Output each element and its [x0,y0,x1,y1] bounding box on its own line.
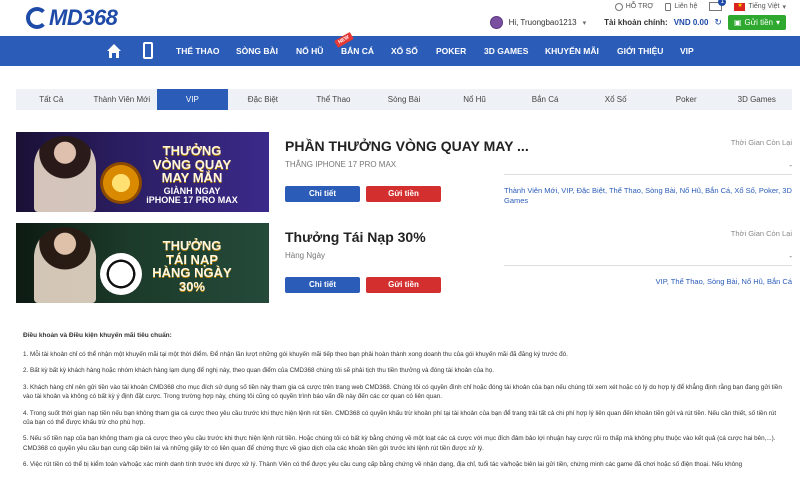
tab-3dgames[interactable]: 3D Games [721,89,792,110]
user-account-row: Hi, Truongbao1213 ▾ Tài khoản chính: VND… [489,15,786,30]
tab-fishing[interactable]: Bắn Cá [510,89,581,110]
chevron-down-icon[interactable]: ▾ [583,19,587,27]
nav-item-promotions[interactable]: KHUYẾN MÃI [545,46,617,56]
term-item: 4. Trong suốt thời gian nạp tiền nếu bạn… [23,409,777,426]
term-item: 6. Việc rút tiền có thể bị kiểm toán và/… [23,461,743,469]
nav-item-poker[interactable]: POKER [436,46,484,56]
promo-title: PHẦN THƯỞNG VÒNG QUAY MAY ... [285,138,529,154]
tab-slots[interactable]: Nổ Hũ [439,89,510,110]
term-item: 5. Nếu số tiền nạp của bạn không tham gi… [23,435,776,452]
home-icon[interactable] [106,43,122,59]
detail-button[interactable]: Chi tiết [285,186,360,202]
tab-new-members[interactable]: Thành Viên Mới [87,89,158,110]
support-icon [614,2,623,11]
banner-line: MAY MẮN [161,170,223,186]
nav-items: THỂ THAO SÒNG BÀI NỔ HŨ NEW BẮN CÁ XỔ SỐ… [176,32,694,66]
language-label: Tiếng Việt [748,3,780,10]
mail-icon: 1 [709,0,727,11]
tab-sports[interactable]: Thể Thao [298,89,369,110]
top-header: MD368 HỖ TRỢ Liên hệ 1 Tiếng Việt ▾ Hi, … [0,0,800,36]
logo-mark-icon [26,7,48,29]
promo-banner-image[interactable]: THƯỞNG TÁI NẠP HÀNG NGÀY 30% [16,223,269,303]
mail-link[interactable]: 1 [709,0,727,11]
support-label: HỖ TRỢ [625,3,654,10]
promo-categories: Thành Viên Mới, VIP, Đặc Biệt, Thể Thao,… [504,186,792,206]
banner-model-image [34,136,96,212]
promo-title: Thưởng Tái Nạp 30% [285,229,426,245]
banner-line: TÁI NẠP [166,251,218,267]
promo-subtitle: THẮNG IPHONE 17 PRO MAX [285,160,397,169]
top-links: HỖ TRỢ Liên hệ 1 Tiếng Việt ▾ [614,0,786,11]
divider [504,265,792,266]
promo-card: THƯỞNG VÒNG QUAY MAY MẮN GIÀNH NGAY iPHO… [16,132,792,212]
deposit-button[interactable]: Gửi tiền [366,186,441,202]
banner-text: THƯỞNG TÁI NẠP HÀNG NGÀY 30% [127,239,257,294]
banner-text: THƯỞNG VÒNG QUAY MAY MẮN GIÀNH NGAY iPHO… [127,144,257,206]
mail-count-badge: 1 [718,0,727,6]
tab-casino[interactable]: Sòng Bài [369,89,440,110]
banner-line: THƯỞNG [162,238,222,253]
wallet-icon: ▣ [733,18,742,27]
vietnam-flag-icon [734,2,746,11]
contact-label: Liên hệ [674,3,698,10]
tab-vip[interactable]: VIP [157,89,228,110]
terms-title: Điều khoản và Điều kiện khuyến mãi tiêu … [23,332,172,339]
divider [504,174,792,175]
time-remaining-value: - [789,252,792,261]
time-remaining-label: Thời Gian Còn Lại [730,138,792,147]
detail-button[interactable]: Chi tiết [285,277,360,293]
refresh-icon[interactable]: ↻ [714,17,722,28]
deposit-button[interactable]: Gửi tiền [366,277,441,293]
nav-item-about[interactable]: GIỚI THIỆU [617,46,680,56]
chevron-down-icon: ▾ [775,18,780,27]
support-link[interactable]: HỖ TRỢ [614,2,654,11]
term-item: 3. Khách hàng chỉ nên gửi tiền vào tài k… [23,383,782,401]
logo-text: MD368 [49,5,118,30]
balance-value: VND 0.00 [673,18,709,27]
mobile-icon[interactable] [143,42,153,59]
term-item: 2. Bất kỳ bất kỳ khách hàng hoặc nhóm kh… [23,367,495,375]
time-remaining-label: Thời Gian Còn Lại [730,229,792,238]
promo-subtitle: Hàng Ngày [285,251,326,260]
header-deposit-button[interactable]: ▣ Gửi tiền ▾ [727,15,786,30]
tab-all[interactable]: Tất Cả [16,89,87,110]
nav-item-3dgames[interactable]: 3D GAMES [484,46,545,56]
terms-section: Điều khoản và Điều kiện khuyến mãi tiêu … [23,331,783,477]
nav-item-fishing[interactable]: NEW BẮN CÁ [334,32,391,56]
contact-link[interactable]: Liên hệ [665,2,698,11]
language-selector[interactable]: Tiếng Việt ▾ [734,2,786,11]
phone-icon [665,2,672,11]
banner-line: VÒNG QUAY [152,156,232,172]
banner-line: 30% [178,278,206,294]
banner-line: iPHONE 17 PRO MAX [146,195,238,206]
chevron-down-icon: ▾ [782,3,786,11]
nav-item-sports[interactable]: THỂ THAO [176,46,236,56]
main-nav: THỂ THAO SÒNG BÀI NỔ HŨ NEW BẮN CÁ XỔ SỐ… [0,32,800,66]
user-greeting[interactable]: Hi, Truongbao1213 [509,18,577,27]
header-deposit-label: Gửi tiền [744,18,773,27]
nav-item-fishing-label: BẮN CÁ [341,46,375,56]
banner-model-image [34,227,96,303]
promo-card: THƯỞNG TÁI NẠP HÀNG NGÀY 30% Thưởng Tái … [16,223,792,303]
avatar[interactable] [489,16,503,29]
tab-poker[interactable]: Poker [651,89,722,110]
logo[interactable]: MD368 [26,5,118,31]
term-item: 1. Mỗi tài khoản chỉ có thể nhận một khu… [23,350,568,358]
banner-line: THƯỞNG [162,143,222,158]
promo-banner-image[interactable]: THƯỞNG VÒNG QUAY MAY MẮN GIÀNH NGAY iPHO… [16,132,269,212]
promo-category-tabs: Tất Cả Thành Viên Mới VIP Đặc Biệt Thể T… [16,89,792,110]
nav-item-casino[interactable]: SÒNG BÀI [236,46,296,56]
nav-item-vip[interactable]: VIP [680,46,694,56]
nav-item-slots[interactable]: NỔ HŨ [296,46,341,56]
tab-special[interactable]: Đặc Biệt [228,89,299,110]
account-label: Tài khoản chính: [604,18,668,27]
tab-lottery[interactable]: Xổ Số [580,89,651,110]
nav-item-lottery[interactable]: XỔ SỐ [391,46,436,56]
banner-line: HÀNG NGÀY [152,265,232,281]
promo-categories: VIP, Thể Thao, Sòng Bài, Nổ Hũ, Bắn Cá [655,277,792,286]
time-remaining-value: - [789,161,792,170]
